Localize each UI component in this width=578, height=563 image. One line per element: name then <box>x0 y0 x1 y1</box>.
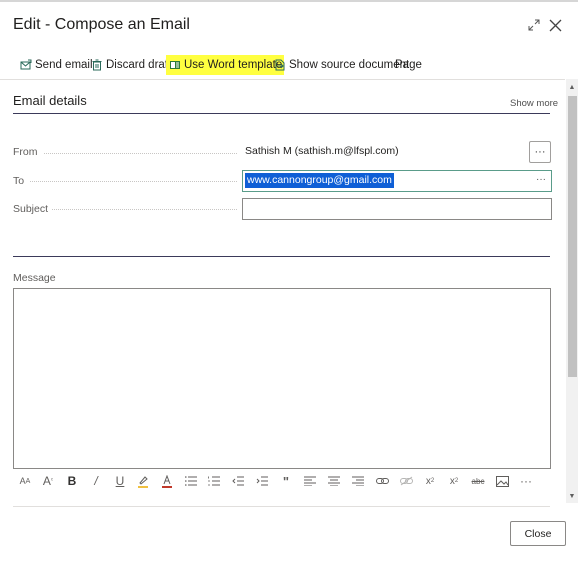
more-options-icon[interactable]: ··· <box>518 473 534 489</box>
scroll-down-arrow-icon[interactable]: ▼ <box>567 491 577 501</box>
from-label: From <box>13 146 38 158</box>
font-style-icon[interactable]: Aᶜ <box>40 473 56 489</box>
highlight-color-icon[interactable] <box>135 473 151 489</box>
document-arrow-icon <box>273 58 286 72</box>
from-lookup-button[interactable]: ··· <box>529 141 551 163</box>
remove-link-icon[interactable] <box>398 473 414 489</box>
align-right-icon[interactable] <box>350 473 366 489</box>
send-email-icon <box>19 58 32 72</box>
align-center-icon[interactable] <box>326 473 342 489</box>
toolbar-divider <box>0 79 565 80</box>
message-label: Message <box>13 272 56 284</box>
quote-icon[interactable]: " <box>278 473 294 489</box>
more-icon: ··· <box>534 146 546 158</box>
trash-icon <box>90 58 103 72</box>
superscript-icon[interactable]: x2 <box>422 473 438 489</box>
show-source-document-button[interactable]: Show source document <box>273 54 409 76</box>
underline-icon[interactable]: U <box>112 473 128 489</box>
bold-icon[interactable]: B <box>64 473 80 489</box>
to-input-selected-text: www.cannongroup@gmail.com <box>245 173 394 188</box>
strikethrough-icon[interactable]: abc <box>470 473 486 489</box>
from-leader-dots <box>44 153 237 154</box>
use-word-template-button[interactable]: Use Word template <box>166 55 285 75</box>
send-email-button[interactable]: Send email <box>19 54 93 76</box>
discard-draft-button[interactable]: Discard draft <box>90 54 171 76</box>
close-icon[interactable] <box>545 14 565 36</box>
insert-image-icon[interactable] <box>494 473 510 489</box>
email-details-divider <box>13 113 550 114</box>
italic-icon[interactable]: / <box>88 473 104 489</box>
numbered-list-icon[interactable] <box>206 473 222 489</box>
page-menu-button[interactable]: Page <box>395 54 422 76</box>
use-word-template-label: Use Word template <box>184 59 283 71</box>
dialog-title: Edit - Compose an Email <box>13 16 190 33</box>
message-section-divider <box>13 256 550 257</box>
insert-link-icon[interactable] <box>374 473 390 489</box>
word-template-icon <box>168 58 181 72</box>
subject-label: Subject <box>13 203 49 215</box>
email-details-heading: Email details <box>13 93 87 108</box>
action-toolbar: Send email Discard draft Use Word templa… <box>0 54 565 76</box>
discard-draft-label: Discard draft <box>106 59 172 71</box>
show-more-link[interactable]: Show more <box>510 98 558 109</box>
close-button[interactable]: Close <box>510 521 566 546</box>
message-body-editor[interactable] <box>13 288 551 469</box>
subscript-icon[interactable]: x2 <box>446 473 462 489</box>
expand-icon[interactable] <box>524 14 544 36</box>
rich-text-toolbar: AA Aᶜ B / U " x2 x2 abc ··· <box>14 473 554 489</box>
page-menu-label: Page <box>395 59 422 71</box>
footer-divider <box>13 506 550 507</box>
from-value: Sathish M (sathish.m@lfspl.com) <box>245 145 399 157</box>
to-label: To <box>13 175 25 187</box>
increase-indent-icon[interactable] <box>254 473 270 489</box>
font-size-icon[interactable]: AA <box>17 473 33 489</box>
to-lookup-icon[interactable]: ··· <box>536 174 546 185</box>
decrease-indent-icon[interactable] <box>230 473 246 489</box>
window-top-border <box>0 0 578 2</box>
to-leader-dots <box>30 181 237 182</box>
to-input[interactable]: www.cannongroup@gmail.com ··· <box>242 170 552 192</box>
show-source-document-label: Show source document <box>289 59 410 71</box>
align-left-icon[interactable] <box>302 473 318 489</box>
font-color-icon[interactable] <box>159 473 175 489</box>
subject-input[interactable] <box>242 198 552 220</box>
bulleted-list-icon[interactable] <box>183 473 199 489</box>
scroll-up-arrow-icon[interactable]: ▲ <box>567 82 577 92</box>
subject-leader-dots <box>52 209 237 210</box>
scrollbar-thumb[interactable] <box>568 96 577 377</box>
send-email-label: Send email <box>35 59 93 71</box>
